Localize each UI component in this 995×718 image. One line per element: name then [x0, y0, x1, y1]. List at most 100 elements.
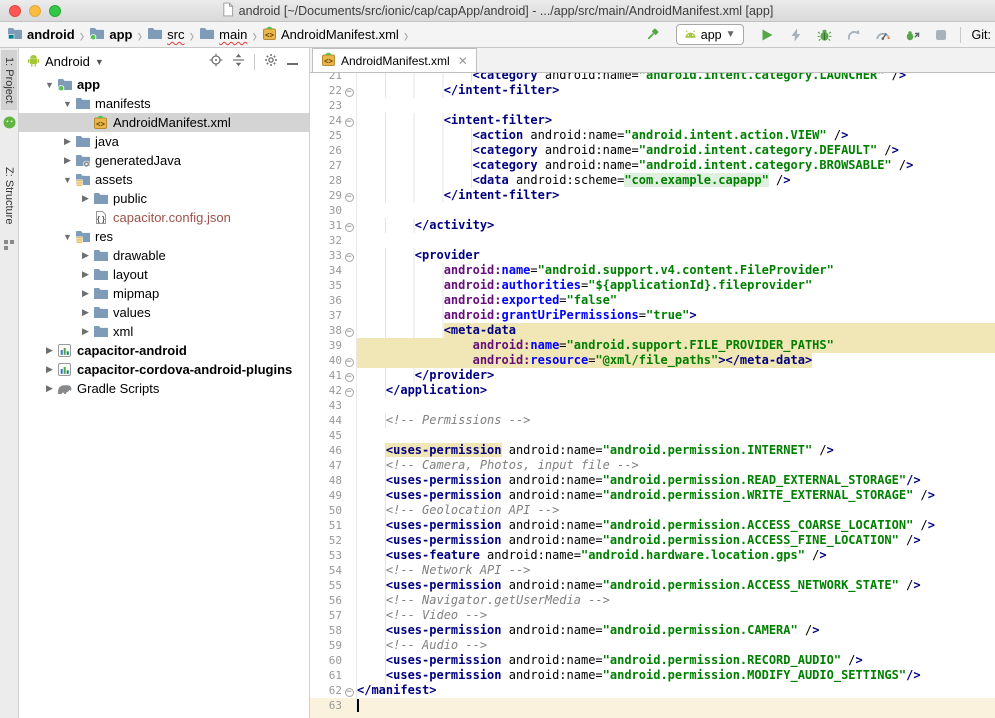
code-line-37[interactable]: 37 android:grantUriPermissions="true"> [310, 308, 995, 323]
fold-marker-icon[interactable]: − [342, 323, 357, 338]
tree-item-mipmap[interactable]: ▶mipmap [19, 284, 309, 303]
gutter-line-42[interactable]: 42− [310, 383, 357, 398]
code-line-56[interactable]: 56 <!-- Navigator.getUserMedia --> [310, 593, 995, 608]
tree-item-generatedjava[interactable]: ▶generatedJava [19, 151, 309, 170]
breadcrumb-item-app[interactable]: app [89, 26, 132, 44]
code-line-44[interactable]: 44 <!-- Permissions --> [310, 413, 995, 428]
gutter-line-27[interactable]: 27 [310, 158, 357, 173]
gutter-line-39[interactable]: 39 [310, 338, 357, 353]
gutter-line-53[interactable]: 53 [310, 548, 357, 563]
run-icon[interactable] [757, 25, 777, 45]
gutter-line-31[interactable]: 31− [310, 218, 357, 233]
code-line-58[interactable]: 58 <uses-permission android:name="androi… [310, 623, 995, 638]
gutter-line-30[interactable]: 30 [310, 203, 357, 218]
gutter-line-45[interactable]: 45 [310, 428, 357, 443]
tree-item-layout[interactable]: ▶layout [19, 265, 309, 284]
fold-marker-icon[interactable]: − [342, 248, 357, 263]
code-line-53[interactable]: 53 <uses-feature android:name="android.h… [310, 548, 995, 563]
fold-marker-icon[interactable]: − [342, 383, 357, 398]
gutter-line-50[interactable]: 50 [310, 503, 357, 518]
gutter-line-58[interactable]: 58 [310, 623, 357, 638]
code-line-24[interactable]: 24− <intent-filter> [310, 113, 995, 128]
code-line-62[interactable]: 62−</manifest> [310, 683, 995, 698]
gutter-line-21[interactable]: 21 [310, 73, 357, 83]
code-line-23[interactable]: 23 [310, 98, 995, 113]
chevron-collapsed-icon[interactable]: ▶ [79, 307, 92, 318]
chevron-expanded-icon[interactable]: ▼ [43, 80, 56, 90]
tree-item-res[interactable]: ▼res [19, 227, 309, 246]
gutter-line-26[interactable]: 26 [310, 143, 357, 158]
code-line-22[interactable]: 22− </intent-filter> [310, 83, 995, 98]
code-line-38[interactable]: 38− <meta-data [310, 323, 995, 338]
tree-item-gradle-scripts[interactable]: ▶Gradle Scripts [19, 379, 309, 398]
code-line-50[interactable]: 50 <!-- Geolocation API --> [310, 503, 995, 518]
code-line-34[interactable]: 34 android:name="android.support.v4.cont… [310, 263, 995, 278]
tree-item-drawable[interactable]: ▶drawable [19, 246, 309, 265]
gutter-line-59[interactable]: 59 [310, 638, 357, 653]
project-view-selector[interactable]: Android [45, 54, 90, 69]
gutter-line-29[interactable]: 29− [310, 188, 357, 203]
collapse-all-icon[interactable] [232, 53, 245, 70]
fold-marker-icon[interactable]: − [342, 188, 357, 203]
code-line-63[interactable]: 63 [310, 698, 995, 718]
tree-item-manifests[interactable]: ▼manifests [19, 94, 309, 113]
gutter-line-43[interactable]: 43 [310, 398, 357, 413]
gutter-line-47[interactable]: 47 [310, 458, 357, 473]
chevron-collapsed-icon[interactable]: ▶ [79, 288, 92, 299]
gutter-line-61[interactable]: 61 [310, 668, 357, 683]
android-avd-icon[interactable] [3, 116, 16, 132]
locate-file-icon[interactable] [209, 53, 223, 70]
gutter-line-60[interactable]: 60 [310, 653, 357, 668]
code-line-49[interactable]: 49 <uses-permission android:name="androi… [310, 488, 995, 503]
tree-item-app[interactable]: ▼app [19, 75, 309, 94]
gutter-line-57[interactable]: 57 [310, 608, 357, 623]
project-tool-window-tab[interactable]: 1: Project [1, 50, 17, 110]
favorites-icon[interactable] [4, 238, 14, 253]
code-line-42[interactable]: 42− </application> [310, 383, 995, 398]
editor-tab-androidmanifest[interactable]: <> AndroidManifest.xml ✕ [312, 48, 477, 72]
structure-tool-window-tab[interactable]: Z: Structure [1, 160, 17, 231]
gutter-line-33[interactable]: 33− [310, 248, 357, 263]
attach-debugger-icon[interactable] [844, 25, 864, 45]
code-line-25[interactable]: 25 <action android:name="android.intent.… [310, 128, 995, 143]
gear-icon[interactable] [264, 53, 278, 70]
debug-icon[interactable] [815, 25, 835, 45]
gutter-line-32[interactable]: 32 [310, 233, 357, 248]
code-line-41[interactable]: 41− </provider> [310, 368, 995, 383]
gutter-line-38[interactable]: 38− [310, 323, 357, 338]
fold-marker-icon[interactable]: − [342, 683, 357, 698]
code-line-55[interactable]: 55 <uses-permission android:name="androi… [310, 578, 995, 593]
chevron-collapsed-icon[interactable]: ▶ [79, 193, 92, 204]
code-line-59[interactable]: 59 <!-- Audio --> [310, 638, 995, 653]
fold-marker-icon[interactable]: − [342, 113, 357, 128]
code-line-60[interactable]: 60 <uses-permission android:name="androi… [310, 653, 995, 668]
code-line-43[interactable]: 43 [310, 398, 995, 413]
chevron-collapsed-icon[interactable]: ▶ [61, 136, 74, 147]
gutter-line-24[interactable]: 24− [310, 113, 357, 128]
gutter-line-35[interactable]: 35 [310, 278, 357, 293]
close-tab-icon[interactable]: ✕ [458, 54, 468, 68]
gutter-line-51[interactable]: 51 [310, 518, 357, 533]
code-line-61[interactable]: 61 <uses-permission android:name="androi… [310, 668, 995, 683]
chevron-collapsed-icon[interactable]: ▶ [43, 345, 56, 356]
tree-item-values[interactable]: ▶values [19, 303, 309, 322]
gutter-line-48[interactable]: 48 [310, 473, 357, 488]
tree-item-xml[interactable]: ▶xml [19, 322, 309, 341]
breadcrumb-item-androidmanifest-xml[interactable]: <>AndroidManifest.xml [262, 26, 399, 44]
apply-changes-icon[interactable] [786, 25, 806, 45]
gutter-line-55[interactable]: 55 [310, 578, 357, 593]
code-line-54[interactable]: 54 <!-- Network API --> [310, 563, 995, 578]
code-line-51[interactable]: 51 <uses-permission android:name="androi… [310, 518, 995, 533]
tree-item-assets[interactable]: ▼assets [19, 170, 309, 189]
code-line-26[interactable]: 26 <category android:name="android.inten… [310, 143, 995, 158]
code-line-45[interactable]: 45 [310, 428, 995, 443]
gutter-line-23[interactable]: 23 [310, 98, 357, 113]
code-line-28[interactable]: 28 <data android:scheme="com.example.cap… [310, 173, 995, 188]
chevron-expanded-icon[interactable]: ▼ [61, 175, 74, 185]
gutter-line-22[interactable]: 22− [310, 83, 357, 98]
tree-item-capacitor-android[interactable]: ▶capacitor-android [19, 341, 309, 360]
fold-marker-icon[interactable]: − [342, 353, 357, 368]
chevron-expanded-icon[interactable]: ▼ [61, 232, 74, 242]
zoom-window-button[interactable] [49, 5, 61, 17]
gutter-line-25[interactable]: 25 [310, 128, 357, 143]
